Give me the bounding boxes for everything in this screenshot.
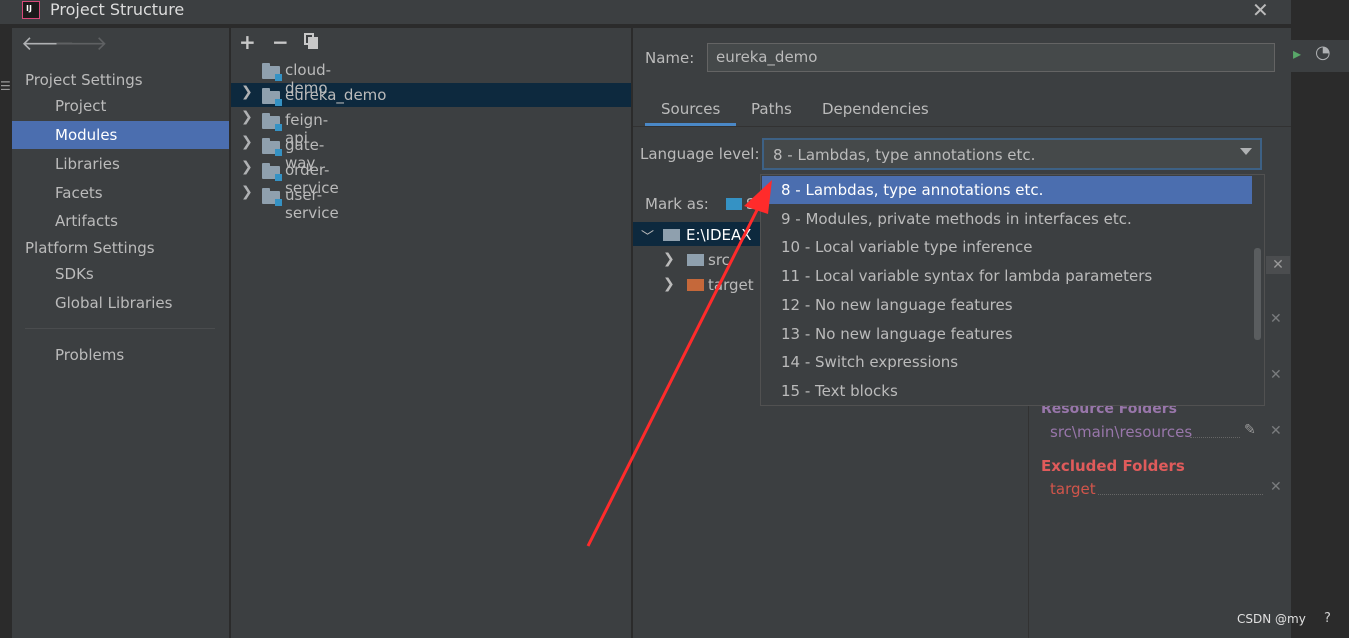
annotation-arrow-head [744, 180, 772, 214]
annotation-arrow-overlay [586, 180, 772, 547]
annotation-arrow-shaft [586, 207, 760, 547]
watermark-text: CSDN @my [1237, 612, 1306, 626]
help-icon[interactable]: ? [1324, 611, 1331, 626]
